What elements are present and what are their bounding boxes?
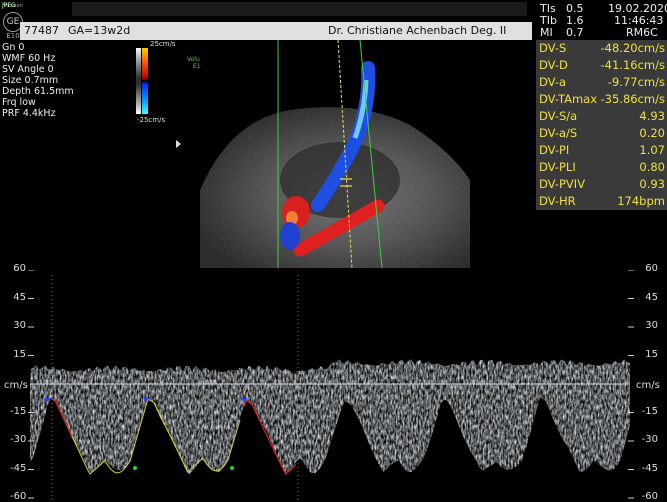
measurement-value: 0.93 [639,177,665,191]
measurement-label: DV-a/S [539,126,578,140]
system-parameters: TIs 0.5 TIb 1.6 MI 0.7 19.02.2020 11:46:… [538,1,667,39]
tick-label-r: -15 [641,405,658,417]
tick-label-r: 45 [645,291,658,303]
acquisition-params: Gn 0 WMF 60 Hz SV Angle 0 Size 0.7mm Dep… [2,42,92,119]
measurement-label: DV-D [539,58,568,72]
measurement-row: DV-HR 174bpm [536,193,667,210]
measurement-value: -41.16cm/s [600,58,665,72]
tick-label-l: 15 [13,348,26,360]
measurement-row: DV-a -9.77cm/s [536,74,667,91]
gestational-age: GA=13w2d [68,24,131,37]
measurement-panel: DV-S -48.20cm/s DV-D -41.16cm/s DV-a -9.77cm/… [536,40,667,210]
title-strip [72,2,527,16]
measurement-value: 0.20 [639,126,665,140]
measurement-row: DV-S/a 4.93 [536,108,667,125]
tick-label-r: 15 [645,348,658,360]
tick-label-l: 30 [13,320,26,331]
measurement-value: -48.20cm/s [600,41,665,55]
tick-label-l: -60 [10,491,27,502]
measurement-value: -35.86cm/s [600,92,665,106]
measurement-row: DV-S -48.20cm/s [536,40,667,57]
tick-label-l: 45 [13,291,26,303]
measurement-label: DV-S [539,41,567,55]
mi-label: MI [540,26,553,39]
param-wall-filter: WMF 60 Hz [2,53,56,64]
mi-value: 0.7 [566,26,584,39]
tick-label-r: -45 [641,462,658,474]
tick-label-r: 60 [645,263,658,274]
colorbar-top-label: 25cm/s [150,40,176,48]
measurement-label: DV-a [539,75,567,89]
measurement-label: DV-PI [539,143,570,157]
patient-info-bar: 77487 GA=13w2d Dr. Christiane Achenbach … [20,22,532,40]
probe-name: RM6C [626,26,658,39]
param-prf: PRF 4.4kHz [2,108,56,119]
measurement-label: DV-PLI [539,160,576,174]
colorbar-bottom-label: -25cm/s [137,116,166,124]
measurement-value: 174bpm [617,194,665,208]
measurement-row: DV-a/S 0.20 [536,125,667,142]
tick-label-l: 60 [13,263,26,274]
measurement-row: DV-PVIV 0.93 [536,176,667,193]
logo-format-tag: JPEG [2,2,16,9]
measurement-row: DV-PI 1.07 [536,142,667,159]
tick-label-r: 30 [645,320,658,331]
param-sv-angle: SV Angle 0 [2,64,54,75]
param-depth: Depth 61.5mm [2,86,74,97]
tick-label-r: -60 [641,491,658,502]
measurement-value: 0.80 [639,160,665,174]
doppler-spectrum[interactable] [0,270,667,500]
color-scale-bar [136,48,148,114]
tick-label-r: -30 [641,434,658,445]
param-gain: Gn 0 [2,42,25,53]
measurement-value: 1.07 [639,143,665,157]
param-size: Size 0.7mm [2,75,59,86]
color-doppler-image[interactable] [200,40,470,268]
measurement-label: DV-S/a [539,109,578,123]
measurement-value: 4.93 [639,109,665,123]
measurement-row: DV-TAmax -35.86cm/s [536,91,667,108]
measurement-row: DV-D -41.16cm/s [536,57,667,74]
measurement-label: DV-HR [539,194,576,208]
tick-label-l: -45 [10,462,27,474]
measurement-value: -9.77cm/s [607,75,665,89]
patient-id: 77487 [24,24,59,37]
measurement-label: DV-TAmax [539,92,597,106]
measurement-label: DV-PVIV [539,177,586,191]
a-wave-marker-icon [133,466,137,470]
param-frequency: Frq low [2,97,36,108]
focus-marker-icon [176,140,181,148]
measurement-row: DV-PLI 0.80 [536,159,667,176]
a-wave-marker-icon [230,466,234,470]
physician-name: Dr. Christiane Achenbach Deg. II [328,24,507,37]
tick-label-l: -15 [10,405,27,417]
tick-label-l: -30 [10,434,27,445]
